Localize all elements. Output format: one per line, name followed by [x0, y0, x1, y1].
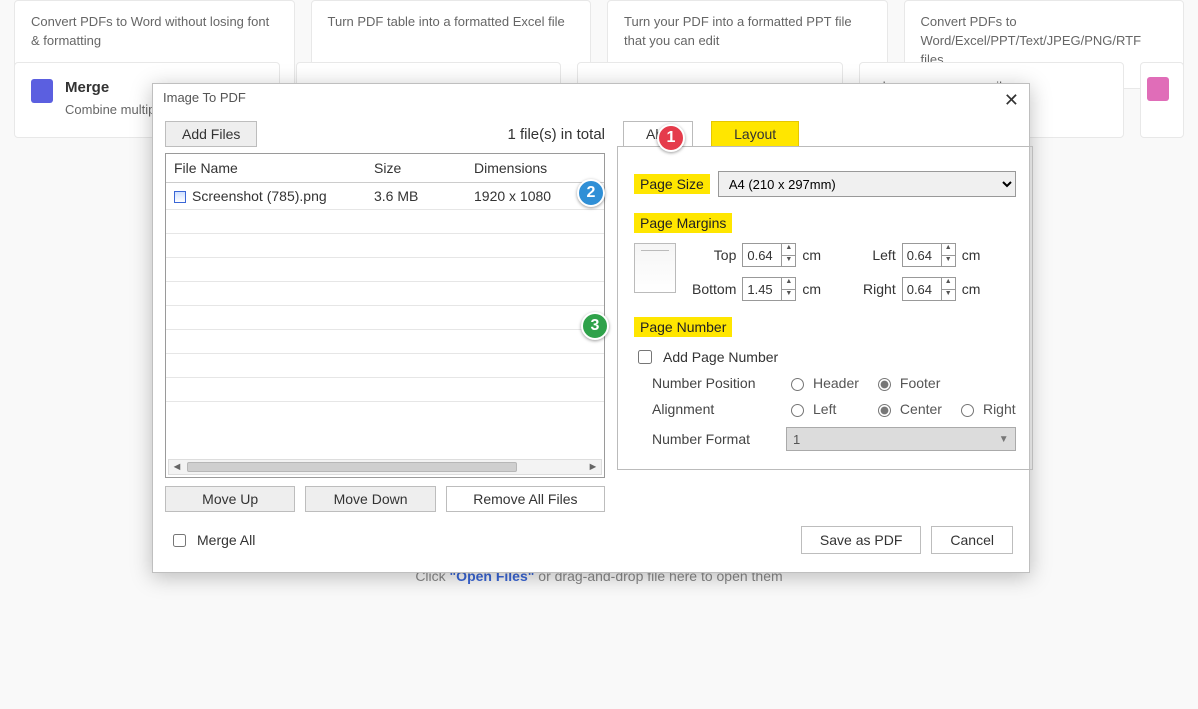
margin-bottom-input[interactable]: 1.45▲▼ [742, 277, 796, 301]
merge-icon [31, 79, 53, 103]
page-size-select[interactable]: A4 (210 x 297mm) [718, 171, 1016, 197]
margin-grid: Top 0.64▲▼ cm Left 0.64▲▼ cm Bottom 1.45… [692, 243, 980, 301]
page-size-label: Page Size [634, 174, 710, 194]
margin-top-input[interactable]: 0.64▲▼ [742, 243, 796, 267]
margin-right-input[interactable]: 0.64▲▼ [902, 277, 956, 301]
page-number-label: Page Number [634, 317, 732, 337]
align-center-radio[interactable]: Center [873, 401, 942, 417]
close-icon[interactable]: ✕ [1004, 90, 1019, 111]
file-count: 1 file(s) in total [507, 126, 605, 143]
scroll-right-icon[interactable]: ► [585, 461, 601, 473]
col-filename[interactable]: File Name [166, 154, 366, 183]
add-page-number-check[interactable]: Add Page Number [634, 347, 1016, 367]
add-files-button[interactable]: Add Files [165, 121, 257, 147]
dialog-title: Image To PDF ✕ [153, 84, 1029, 111]
annotation-1: 1 [657, 124, 685, 152]
h-scrollbar[interactable]: ◄ ► [168, 459, 602, 475]
page-margins-label: Page Margins [634, 213, 732, 233]
file-table: File Name Size Dimensions Screenshot (78… [166, 154, 604, 402]
move-down-button[interactable]: Move Down [305, 486, 435, 512]
image-to-pdf-dialog: Image To PDF ✕ Add Files 1 file(s) in to… [152, 83, 1030, 573]
annotation-3: 3 [581, 312, 609, 340]
pos-header-radio[interactable]: Header [786, 375, 859, 391]
margin-left-input[interactable]: 0.64▲▼ [902, 243, 956, 267]
settings-pane: Abs Layout Page Size A4 (210 x 297mm) Pa… [617, 121, 1033, 512]
edge-icon [1147, 77, 1169, 101]
file-pane: Add Files 1 file(s) in total File Name S… [165, 121, 605, 512]
remove-all-button[interactable]: Remove All Files [446, 486, 605, 512]
cancel-button[interactable]: Cancel [931, 526, 1013, 554]
annotation-2: 2 [577, 179, 605, 207]
table-row[interactable]: Screenshot (785).png 3.6 MB 1920 x 1080 [166, 183, 604, 210]
pos-footer-radio[interactable]: Footer [873, 375, 942, 391]
file-table-box: File Name Size Dimensions Screenshot (78… [165, 153, 605, 478]
tab-layout[interactable]: Layout [711, 121, 799, 146]
file-icon [174, 191, 186, 203]
settings-panel: Page Size A4 (210 x 297mm) Page Margins … [617, 146, 1033, 470]
number-format-select[interactable]: 1▼ [786, 427, 1016, 451]
card-edge[interactable] [1140, 62, 1184, 138]
move-up-button[interactable]: Move Up [165, 486, 295, 512]
col-size[interactable]: Size [366, 154, 466, 183]
align-right-radio[interactable]: Right [956, 401, 1016, 417]
save-as-pdf-button[interactable]: Save as PDF [801, 526, 921, 554]
align-left-radio[interactable]: Left [786, 401, 859, 417]
page-thumb-icon [634, 243, 676, 293]
scroll-thumb[interactable] [187, 462, 517, 472]
page-number-options: Number Position Header Footer Alignment … [652, 375, 1016, 451]
col-dim[interactable]: Dimensions [466, 154, 604, 183]
merge-all-check[interactable]: Merge All [169, 531, 255, 550]
scroll-left-icon[interactable]: ◄ [169, 461, 185, 473]
